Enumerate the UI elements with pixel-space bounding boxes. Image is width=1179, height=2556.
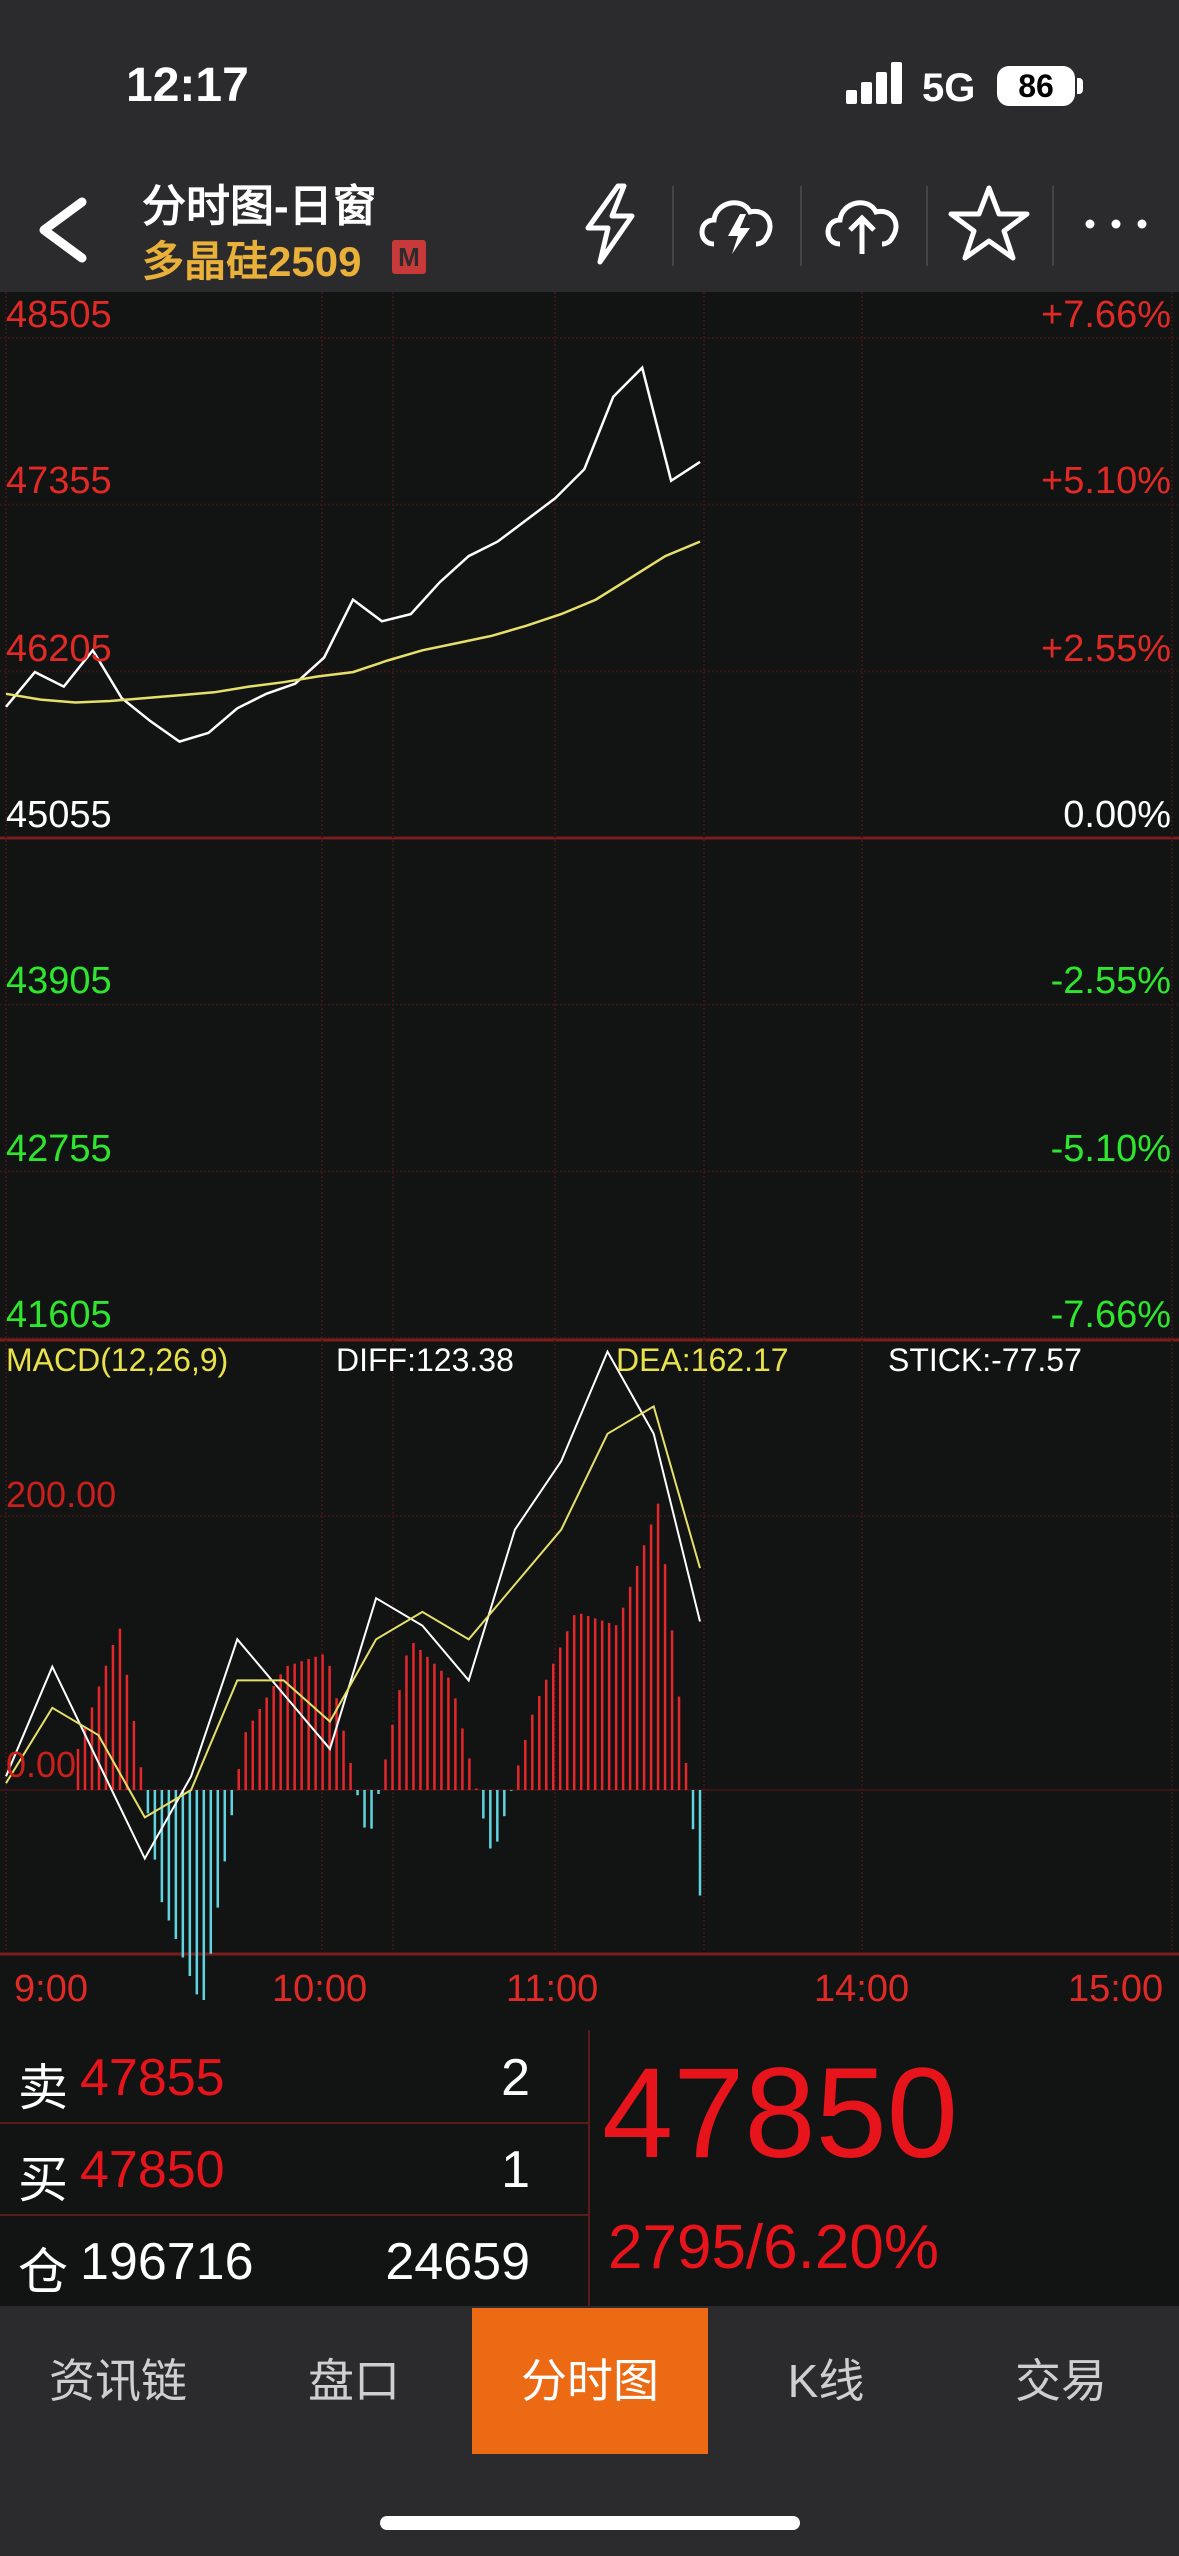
macd-indicator-name[interactable]: MACD(12,26,9) — [6, 1342, 228, 1379]
cloud-lightning-icon — [699, 200, 773, 254]
ask-price: 47855 — [80, 2049, 225, 2107]
header-separator — [800, 186, 802, 266]
status-time: 12:17 — [126, 59, 249, 112]
pct-label-right: -2.55% — [1050, 960, 1171, 1002]
tab-intraday-chart[interactable]: 分时图 — [472, 2308, 708, 2454]
pct-label-right: +2.55% — [1041, 628, 1171, 670]
cloud-upload-icon — [825, 200, 899, 254]
bid-price: 47850 — [80, 2141, 225, 2199]
price-label-left: 43905 — [6, 960, 112, 1002]
cloud-sync-button[interactable] — [692, 178, 782, 268]
tab-trade[interactable]: 交易 — [943, 2308, 1179, 2454]
tab-order-book[interactable]: 盘口 — [236, 2308, 472, 2454]
macd-stick-value: STICK:-77.57 — [888, 1342, 1082, 1378]
back-button[interactable] — [28, 180, 108, 280]
signal-icon — [846, 62, 906, 106]
pct-label-right: -5.10% — [1050, 1128, 1171, 1170]
pct-label-right: 0.00% — [1063, 794, 1171, 836]
price-label-left: 46205 — [6, 628, 112, 670]
time-label: 9:00 — [14, 1968, 88, 2010]
header-separator — [926, 186, 928, 266]
macd-diff-value: DIFF:123.38 — [336, 1342, 514, 1378]
open-interest-change: 24659 — [385, 2233, 530, 2291]
open-interest-value: 196716 — [80, 2233, 254, 2291]
quote-divider — [588, 2030, 590, 2306]
chart-canvas — [0, 292, 1179, 2000]
network-type: 5G — [922, 66, 976, 110]
time-label: 10:00 — [272, 1968, 368, 2010]
more-button[interactable] — [1072, 178, 1162, 268]
market-badge: M — [392, 240, 426, 274]
battery-icon: 86 — [997, 66, 1075, 106]
price-label-left: 47355 — [6, 460, 112, 502]
open-interest-row: 仓 196716 24659 — [0, 2214, 588, 2306]
star-icon — [948, 185, 1030, 261]
back-arrow-icon — [39, 197, 87, 263]
battery-tip — [1077, 78, 1083, 94]
price-line — [5, 365, 701, 743]
cloud-upload-button[interactable] — [818, 178, 908, 268]
page-title: 分时图-日窗 — [142, 182, 377, 231]
intraday-chart[interactable]: 48505 47355 46205 45055 43905 42755 4160… — [0, 292, 1179, 2030]
price-label-left: 41605 — [6, 1294, 112, 1336]
time-label: 14:00 — [814, 1968, 910, 2010]
last-price: 47850 — [602, 2042, 958, 2185]
tab-kline[interactable]: K线 — [708, 2308, 944, 2454]
macd-level-label: 0.00 — [6, 1744, 77, 1785]
bid-label: 买 — [18, 2152, 68, 2208]
price-change: 2795/6.20% — [608, 2213, 939, 2282]
price-label-left: 48505 — [6, 294, 112, 336]
open-interest-label: 仓 — [18, 2244, 68, 2300]
flash-button[interactable] — [566, 178, 656, 268]
tab-news-chain[interactable]: 资讯链 — [0, 2308, 236, 2454]
ask-volume: 2 — [501, 2049, 530, 2107]
more-icon — [1085, 219, 1147, 229]
home-indicator[interactable] — [380, 2516, 800, 2530]
instrument-name: 多晶硅2509 — [142, 238, 362, 285]
bid-row[interactable]: 买 47850 1 — [0, 2122, 588, 2216]
favorite-button[interactable] — [944, 178, 1034, 268]
macd-level-label: 200.00 — [6, 1474, 117, 1515]
time-label: 11:00 — [506, 1968, 599, 2010]
header-separator — [672, 186, 674, 266]
ask-row[interactable]: 卖 47855 2 — [0, 2030, 588, 2124]
header-separator — [1052, 186, 1054, 266]
macd-dea-value: DEA:162.17 — [616, 1342, 789, 1378]
ask-label: 卖 — [18, 2060, 68, 2116]
price-label-left: 45055 — [6, 794, 112, 836]
pct-label-right: +7.66% — [1041, 294, 1171, 336]
bid-volume: 1 — [501, 2141, 530, 2199]
bottom-tab-bar: 资讯链 盘口 分时图 K线 交易 — [0, 2308, 1179, 2454]
pct-label-right: +5.10% — [1041, 460, 1171, 502]
pct-label-right: -7.66% — [1050, 1294, 1171, 1336]
time-label: 15:00 — [1068, 1968, 1164, 2010]
price-label-left: 42755 — [6, 1128, 112, 1170]
lightning-icon — [585, 183, 635, 265]
